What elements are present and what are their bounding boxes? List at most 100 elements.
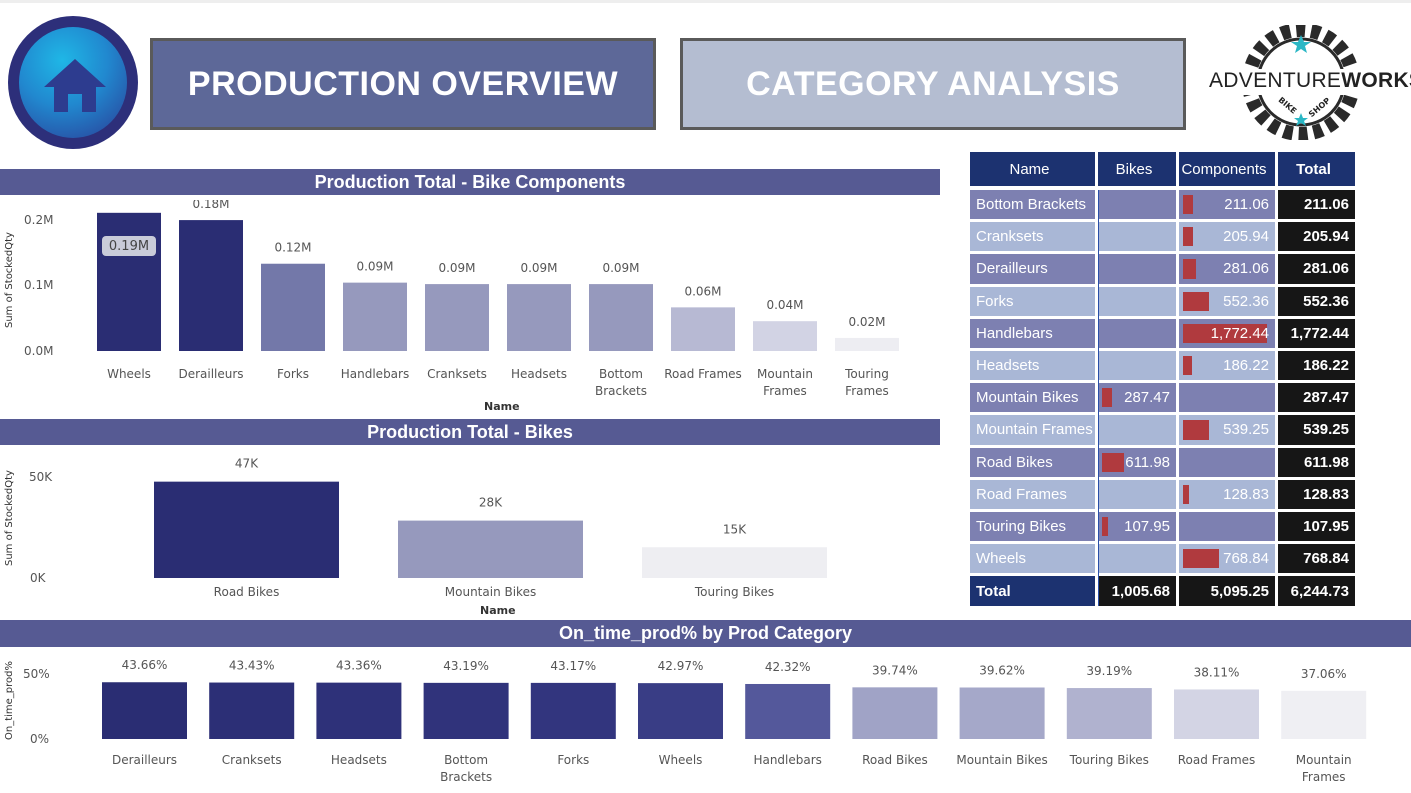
category-label: Mountain Bikes	[445, 585, 536, 599]
data-label: 39.19%	[1086, 664, 1132, 678]
bar-forks[interactable]	[530, 682, 616, 739]
matrix-cell-value: 552.36	[1223, 292, 1269, 310]
matrix-row-name: Road Bikes	[970, 447, 1095, 477]
data-label: 43.19%	[443, 659, 489, 673]
matrix-header-total: Total	[1278, 152, 1355, 186]
ontime-ytick-1: 0%	[30, 732, 50, 746]
bar-headsets[interactable]	[316, 682, 402, 739]
bar-mountain-bikes[interactable]	[959, 687, 1045, 739]
matrix-row-bikes: 287.47	[1098, 383, 1176, 413]
matrix-cell-value: 539.25	[1223, 421, 1269, 439]
category-label: Road Frames	[1178, 753, 1256, 767]
matrix-row-total: 768.84	[1278, 544, 1355, 574]
category-label: Headsets	[331, 753, 387, 767]
data-label: 0.02M	[848, 315, 885, 329]
bar-road-frames[interactable]	[671, 307, 735, 351]
matrix-components-databar	[1183, 549, 1220, 569]
matrix-cell-value: 611.98	[1125, 453, 1170, 471]
category-label: Bottom	[444, 753, 488, 767]
matrix-bikes-databar	[1102, 452, 1124, 472]
matrix-components-databar	[1183, 356, 1192, 376]
category-matrix-table: Name Bikes Components Total Bottom Brackets 2…	[970, 152, 1356, 607]
bar-touring-bikes[interactable]	[642, 547, 827, 578]
matrix-row-bikes: 107.95	[1098, 512, 1176, 542]
category-label: Touring	[844, 367, 889, 381]
bar-road-frames[interactable]	[1174, 689, 1259, 739]
matrix-row-components: 768.84	[1179, 544, 1275, 574]
matrix-row-name: Bottom Brackets	[970, 190, 1095, 220]
ontime-chart-title: On_time_prod% by Prod Category	[558, 623, 853, 643]
matrix-row-components	[1179, 383, 1275, 413]
bar-derailleurs[interactable]	[179, 220, 243, 351]
bar-handlebars[interactable]	[745, 683, 831, 739]
top-divider	[0, 0, 1411, 3]
matrix-row-bikes	[1098, 415, 1176, 445]
bar-touring-bikes[interactable]	[1066, 688, 1152, 739]
matrix-row-name: Forks	[970, 286, 1095, 316]
category-analysis-button[interactable]: CATEGORY ANALYSIS	[680, 38, 1186, 130]
matrix-bikes-databar	[1102, 517, 1108, 537]
bar-cranksets[interactable]	[425, 284, 489, 351]
matrix-total-total: 6,244.73	[1278, 576, 1355, 607]
bar-bottom-brackets[interactable]	[589, 284, 653, 351]
bar-cranksets[interactable]	[209, 682, 295, 739]
adventureworks-logo: ADVENTUREWORKS BIKE SHOP	[1205, 23, 1411, 141]
data-label: 37.06%	[1301, 667, 1347, 681]
category-label: Cranksets	[427, 367, 487, 381]
matrix-bikes-axis-line	[1098, 190, 1099, 607]
category-label: Handlebars	[753, 753, 821, 767]
bar-wheels[interactable]	[638, 683, 723, 739]
matrix-row-name: Handlebars	[970, 318, 1095, 348]
bar-forks[interactable]	[261, 263, 325, 351]
production-overview-button[interactable]: PRODUCTION OVERVIEW	[150, 38, 656, 130]
bar-mountain-bikes[interactable]	[398, 520, 583, 578]
data-label: 0.06M	[684, 284, 721, 298]
matrix-row-bikes	[1098, 544, 1176, 574]
matrix-row-components: 211.06	[1179, 190, 1275, 220]
matrix-row-total: 552.36	[1278, 286, 1355, 316]
matrix-row-components: 128.83	[1179, 479, 1275, 509]
matrix-row-total: 211.06	[1278, 190, 1355, 220]
bar-bottom-brackets[interactable]	[423, 682, 509, 739]
ontime-chart-header: On_time_prod% by Prod Category	[0, 620, 1411, 647]
bar-handlebars[interactable]	[343, 282, 407, 351]
matrix-components-databar	[1183, 195, 1193, 215]
home-button[interactable]	[8, 16, 138, 149]
matrix-row-components: 281.06	[1179, 254, 1275, 284]
category-label: Road Bikes	[862, 753, 928, 767]
matrix-row-total: 128.83	[1278, 479, 1355, 509]
category-label: Frames	[763, 384, 807, 398]
matrix-row-components: 1,772.44	[1179, 318, 1275, 348]
bikes-y-axis-title: Sum of StockedQty	[4, 470, 15, 566]
data-label: 0.09M	[602, 261, 639, 275]
category-label: Frames	[1302, 770, 1346, 784]
matrix-row-name: Derailleurs	[970, 254, 1095, 284]
bar-touring-frames[interactable]	[835, 337, 899, 351]
category-label: Handlebars	[341, 367, 409, 381]
data-label: 0.18M	[192, 200, 229, 211]
data-label: 43.17%	[550, 659, 596, 673]
data-label: 43.36%	[336, 659, 382, 673]
bar-wheels[interactable]	[97, 212, 161, 351]
bar-road-bikes[interactable]	[154, 481, 339, 578]
home-icon	[44, 59, 106, 112]
bar-road-bikes[interactable]	[852, 687, 938, 739]
data-label: 15K	[723, 522, 747, 536]
matrix-row-bikes	[1098, 479, 1176, 509]
bikes-ytick-0: 50K	[29, 470, 53, 484]
bar-mountain-frames[interactable]	[753, 321, 817, 351]
bikes-bar-chart: 47K Road Bikes 28K Mountain Bikes 15K Touring…	[154, 457, 827, 599]
matrix-row-name: Mountain Frames	[970, 415, 1095, 445]
ontime-y-axis-title: On_time_prod%	[4, 660, 15, 740]
bar-headsets[interactable]	[507, 284, 571, 351]
matrix-row-bikes	[1098, 351, 1176, 381]
bar-derailleurs[interactable]	[102, 682, 187, 739]
data-label: 0.04M	[766, 298, 803, 312]
matrix-row-bikes	[1098, 286, 1176, 316]
components-bar-chart: Wheels 0.18M Derailleurs 0.12M Forks 0.09M Han…	[97, 200, 899, 398]
bar-mountain-frames[interactable]	[1281, 690, 1367, 739]
matrix-row-components	[1179, 512, 1275, 542]
category-label: Touring Bikes	[694, 585, 774, 599]
matrix-header-name: Name	[970, 152, 1095, 186]
logo-text-bold: WORKS	[1341, 69, 1411, 92]
